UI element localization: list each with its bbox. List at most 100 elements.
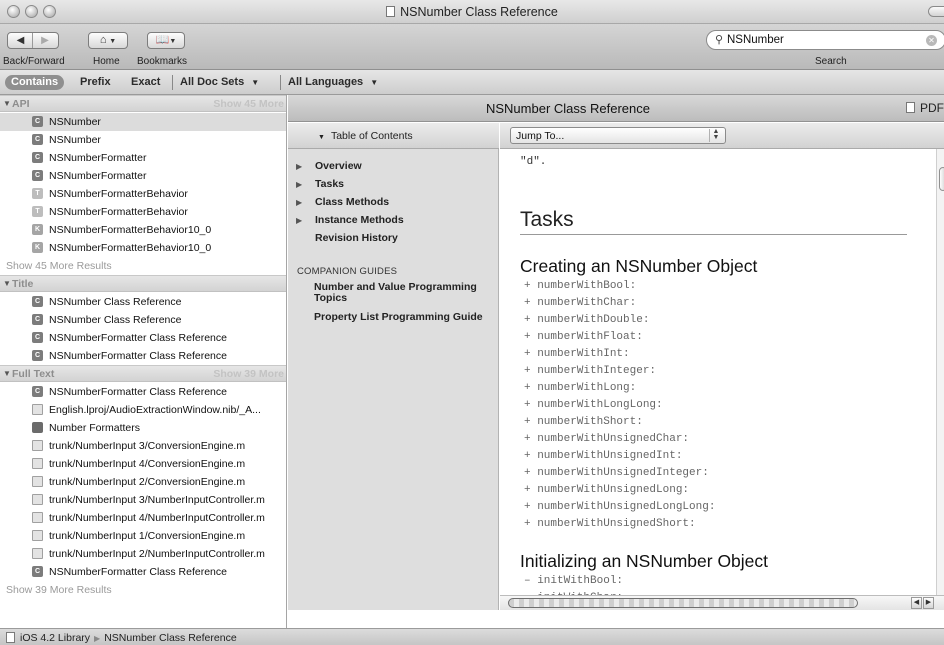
result-row[interactable]: trunk/NumberInput 1/ConversionEngine.m	[0, 527, 286, 545]
result-label: NSNumberFormatter Class Reference	[49, 350, 227, 362]
scroll-left-icon[interactable]: ◀	[911, 597, 922, 609]
result-row[interactable]: K NSNumberFormatterBehavior10_0	[0, 239, 286, 257]
method-link[interactable]: – initWithBool:	[524, 575, 623, 587]
toc-title-text: Table of Contents	[330, 130, 413, 142]
result-row[interactable]: trunk/NumberInput 4/ConversionEngine.m	[0, 455, 286, 473]
section-header-api[interactable]: ▼ API Show 45 More	[0, 95, 286, 112]
method-link[interactable]: + numberWithUnsignedInt:	[524, 450, 682, 462]
clear-search-icon[interactable]: ✕	[926, 35, 937, 46]
method-link[interactable]: + numberWithBool:	[524, 280, 636, 292]
result-row[interactable]: trunk/NumberInput 4/NumberInputControlle…	[0, 509, 286, 527]
book-icon: 📖	[155, 34, 170, 46]
result-row[interactable]: C NSNumber	[0, 131, 286, 149]
bookmarks-button[interactable]: 📖▼	[147, 32, 185, 49]
breadcrumb-page[interactable]: NSNumber Class Reference	[104, 632, 236, 644]
method-link[interactable]: + numberWithLongLong:	[524, 399, 663, 411]
disclosure-triangle-icon[interactable]: ▼	[3, 279, 11, 288]
result-row[interactable]: C NSNumberFormatter	[0, 167, 286, 185]
method-link[interactable]: + numberWithUnsignedShort:	[524, 518, 696, 530]
result-row[interactable]: C NSNumberFormatter Class Reference	[0, 329, 286, 347]
result-row[interactable]: trunk/NumberInput 3/ConversionEngine.m	[0, 437, 286, 455]
disclosure-triangle-icon[interactable]: ▼	[3, 369, 11, 378]
vertical-scroll-thumb[interactable]	[939, 167, 944, 191]
result-row[interactable]: trunk/NumberInput 2/NumberInputControlle…	[0, 545, 286, 563]
disclosure-triangle-icon[interactable]: ▶	[296, 180, 302, 189]
disclosure-triangle-icon[interactable]: ▶	[296, 198, 302, 207]
result-row[interactable]: T NSNumberFormatterBehavior	[0, 185, 286, 203]
result-row[interactable]: C NSNumberFormatter Class Reference	[0, 563, 286, 581]
result-row[interactable]: C NSNumberFormatter Class Reference	[0, 383, 286, 401]
symbol-t-icon: T	[32, 206, 43, 217]
horizontal-scrollbar[interactable]: ◀ ▶	[500, 595, 944, 610]
symbol-c-icon: C	[32, 332, 43, 343]
scroll-right-icon[interactable]: ▶	[923, 597, 934, 609]
method-link[interactable]: + numberWithInteger:	[524, 365, 656, 377]
tasks-heading: Tasks	[520, 208, 574, 231]
toc-item[interactable]: ▶ Instance Methods	[288, 214, 499, 230]
vertical-scrollbar[interactable]	[936, 149, 944, 595]
back-forward-control[interactable]: ◀ ▶	[7, 32, 59, 49]
home-button[interactable]: ⌂ ▼	[88, 32, 128, 49]
scope-exact-button[interactable]: Exact	[131, 76, 160, 88]
search-value[interactable]: NSNumber	[727, 34, 784, 46]
method-link[interactable]: + numberWithUnsignedLongLong:	[524, 501, 715, 513]
breadcrumb-library[interactable]: iOS 4.2 Library	[20, 632, 90, 644]
pdf-icon	[906, 102, 915, 113]
result-label: English.lproj/AudioExtractionWindow.nib/…	[49, 404, 261, 416]
back-forward-label: Back/Forward	[3, 56, 65, 67]
method-link[interactable]: + numberWithInt:	[524, 348, 630, 360]
toc-header[interactable]: ▼ Table of Contents	[288, 123, 499, 149]
method-link[interactable]: + numberWithLong:	[524, 382, 636, 394]
horizontal-scroll-thumb[interactable]	[508, 598, 858, 608]
back-arrow-icon[interactable]: ◀	[9, 33, 33, 48]
method-link[interactable]: + numberWithUnsignedLong:	[524, 484, 689, 496]
toc-item-label: Overview	[315, 160, 362, 172]
toc-item[interactable]: Revision History	[288, 232, 499, 248]
show-more-results-link[interactable]: Show 39 More Results	[6, 584, 112, 596]
show-more-link[interactable]: Show 45 More	[213, 98, 284, 110]
result-row[interactable]: C NSNumber Class Reference	[0, 293, 286, 311]
result-row[interactable]: C NSNumber Class Reference	[0, 311, 286, 329]
result-label: NSNumberFormatterBehavior	[49, 206, 188, 218]
result-row[interactable]: K NSNumberFormatterBehavior10_0	[0, 221, 286, 239]
toolbar-toggle-button[interactable]	[928, 6, 944, 17]
languages-popup[interactable]: All Languages ▼	[288, 76, 378, 88]
result-row[interactable]: C NSNumberFormatter	[0, 149, 286, 167]
result-row[interactable]: trunk/NumberInput 3/NumberInputControlle…	[0, 491, 286, 509]
jump-to-popup[interactable]: Jump To... ▲ ▼	[510, 127, 726, 144]
result-row[interactable]: T NSNumberFormatterBehavior	[0, 203, 286, 221]
show-more-link[interactable]: Show 39 More	[213, 368, 284, 380]
companion-guide-link[interactable]: Number and Value Programming Topics	[314, 282, 494, 304]
window-title-text: NSNumber Class Reference	[400, 5, 558, 19]
toc-item[interactable]: ▶ Class Methods	[288, 196, 499, 212]
scope-contains-button[interactable]: Contains	[5, 75, 65, 90]
section-header-full-text[interactable]: ▼ Full Text Show 39 More	[0, 365, 286, 382]
disclosure-triangle-icon[interactable]: ▶	[296, 216, 302, 225]
show-more-results-link[interactable]: Show 45 More Results	[6, 260, 112, 272]
symbol-c-icon: C	[32, 350, 43, 361]
method-link[interactable]: + numberWithUnsignedInteger:	[524, 467, 709, 479]
pdf-label: PDF	[920, 101, 944, 115]
method-link[interactable]: + numberWithShort:	[524, 416, 643, 428]
method-link[interactable]: + numberWithChar:	[524, 297, 636, 309]
toc-item[interactable]: ▶ Overview	[288, 160, 499, 176]
method-link[interactable]: + numberWithFloat:	[524, 331, 643, 343]
doc-sets-label: All Doc Sets	[180, 76, 245, 88]
method-link[interactable]: + numberWithUnsignedChar:	[524, 433, 689, 445]
result-row[interactable]: English.lproj/AudioExtractionWindow.nib/…	[0, 401, 286, 419]
scope-prefix-button[interactable]: Prefix	[80, 76, 111, 88]
search-field[interactable]: ⚲ NSNumber ✕	[706, 30, 944, 50]
toc-item[interactable]: ▶ Tasks	[288, 178, 499, 194]
pdf-button[interactable]: PDF	[906, 101, 944, 115]
doc-sets-popup[interactable]: All Doc Sets ▼	[180, 76, 259, 88]
disclosure-triangle-icon[interactable]: ▶	[296, 162, 302, 171]
method-link[interactable]: + numberWithDouble:	[524, 314, 649, 326]
forward-arrow-icon[interactable]: ▶	[33, 33, 57, 48]
result-row[interactable]: C NSNumberFormatter Class Reference	[0, 347, 286, 365]
result-row[interactable]: Number Formatters	[0, 419, 286, 437]
section-header-title[interactable]: ▼ Title	[0, 275, 286, 292]
companion-guide-link[interactable]: Property List Programming Guide	[314, 312, 494, 323]
result-row[interactable]: C NSNumber	[0, 113, 286, 131]
result-row[interactable]: trunk/NumberInput 2/ConversionEngine.m	[0, 473, 286, 491]
disclosure-triangle-icon[interactable]: ▼	[3, 99, 11, 108]
